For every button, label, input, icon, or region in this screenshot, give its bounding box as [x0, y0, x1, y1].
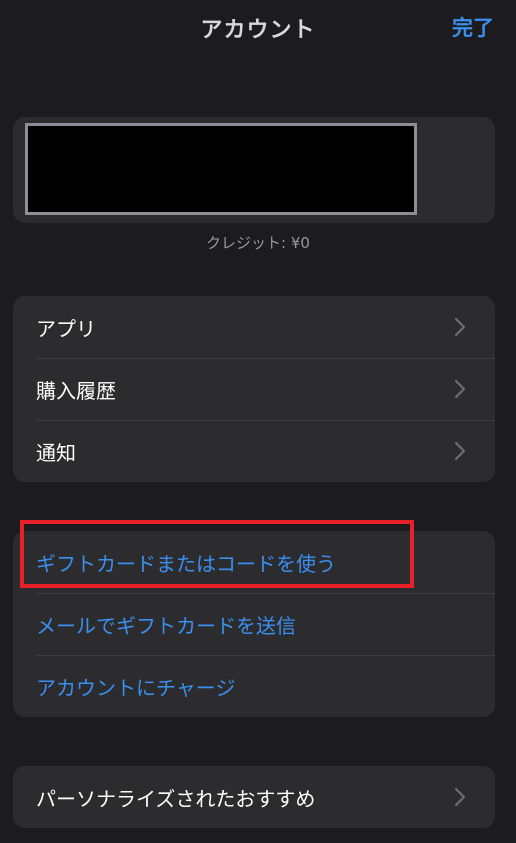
credit-balance: クレジット: ¥0 [206, 234, 310, 252]
chevron-right-icon [449, 440, 471, 462]
personalized-recommendations-group: パーソナライズされたおすすめ [13, 766, 495, 828]
redacted-account-info [25, 123, 417, 215]
account-menu-group: アプリ 購入履歴 通知 [13, 296, 495, 482]
add-funds-label: アカウントにチャージ [36, 675, 236, 700]
gift-card-group: ギフトカードまたはコードを使う メールでギフトカードを送信 アカウントにチャージ [13, 531, 495, 717]
redeem-gift-card-label: ギフトカードまたはコードを使う [36, 551, 336, 576]
chevron-right-icon [449, 316, 471, 338]
personalized-recommendations-row[interactable]: パーソナライズされたおすすめ [13, 766, 495, 828]
done-button[interactable]: 完了 [452, 12, 494, 42]
notifications-label: 通知 [36, 440, 76, 465]
add-funds-row[interactable]: アカウントにチャージ [13, 655, 495, 717]
chevron-right-icon [449, 786, 471, 808]
send-gift-card-label: メールでギフトカードを送信 [36, 613, 296, 638]
apps-row[interactable]: アプリ [13, 296, 495, 358]
redeem-gift-card-row[interactable]: ギフトカードまたはコードを使う [13, 531, 495, 593]
notifications-row[interactable]: 通知 [13, 420, 495, 482]
personalized-recommendations-label: パーソナライズされたおすすめ [36, 786, 316, 811]
account-screen: アカウント 完了 クレジット: ¥0 アプリ 購入履歴 通知 ギフトカードまたは… [0, 0, 516, 843]
page-title: アカウント [200, 18, 316, 43]
account-profile-card[interactable] [13, 117, 495, 223]
purchase-history-label: 購入履歴 [36, 378, 116, 403]
navigation-bar: アカウント 完了 [0, 0, 516, 56]
chevron-right-icon [449, 378, 471, 400]
purchase-history-row[interactable]: 購入履歴 [13, 358, 495, 420]
apps-label: アプリ [36, 316, 96, 341]
send-gift-card-row[interactable]: メールでギフトカードを送信 [13, 593, 495, 655]
